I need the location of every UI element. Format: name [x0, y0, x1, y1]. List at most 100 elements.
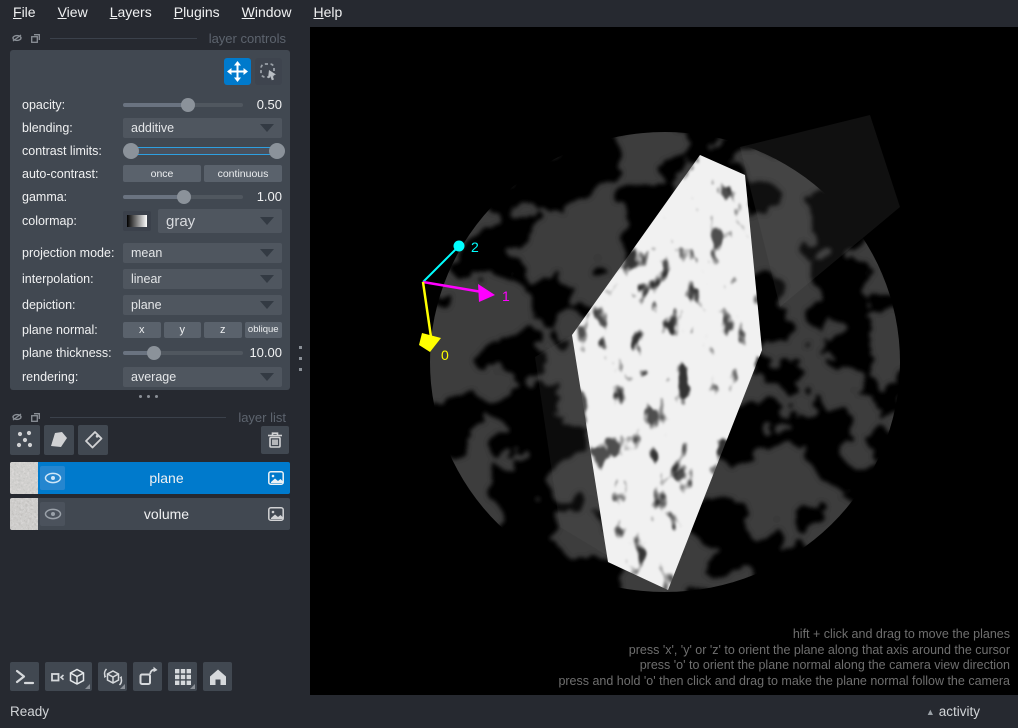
visibility-eye-button[interactable] [40, 466, 65, 490]
visibility-eye-button[interactable] [40, 502, 65, 526]
layer-name: volume [65, 506, 268, 522]
menu-window[interactable]: Window [231, 0, 303, 24]
layer-row-volume[interactable]: volume [10, 498, 290, 530]
image-layer-icon [268, 507, 284, 521]
viewer-canvas[interactable]: 2 1 0 hift + click and drag to move the … [310, 27, 1018, 695]
ndisplay-toggle-button[interactable] [45, 662, 92, 691]
plane-normal-x-button[interactable]: x [123, 322, 161, 338]
plane-normal-oblique-button[interactable]: oblique [245, 322, 283, 338]
float-dock-icon[interactable] [31, 34, 40, 43]
float-dock-icon[interactable] [31, 413, 40, 422]
auto-contrast-row: auto-contrast: once continuous [22, 162, 282, 185]
plane-normal-z-button[interactable]: z [204, 322, 242, 338]
plane-thickness-row: plane thickness: 10.00 [22, 341, 282, 364]
gray-gradient-icon [127, 215, 147, 227]
panel-splitter-handle[interactable] [299, 346, 302, 371]
pan-zoom-mode-button[interactable] [224, 58, 251, 85]
console-button[interactable] [10, 662, 39, 691]
chevron-up-icon: ▲ [926, 707, 935, 717]
colormap-dropdown[interactable]: gray [158, 209, 282, 233]
plane-help-overlay: hift + click and drag to move the planes… [558, 627, 1010, 689]
menu-view[interactable]: View [47, 0, 99, 24]
new-shapes-layer-button[interactable] [44, 425, 74, 455]
y-label: y [180, 324, 186, 336]
projection-mode-dropdown[interactable]: mean [123, 243, 282, 263]
auto-contrast-once-button[interactable]: once [123, 165, 201, 182]
image-layer-icon [268, 471, 284, 485]
hide-dock-icon[interactable] [12, 413, 22, 421]
blending-label: blending: [22, 121, 123, 135]
overlay-line: hift + click and drag to move the planes [558, 627, 1010, 643]
blending-dropdown[interactable]: additive [123, 118, 282, 138]
chevron-down-icon [260, 249, 274, 257]
once-label: once [151, 168, 174, 180]
plane-normal-row: plane normal: x y z oblique [22, 318, 282, 341]
layer-controls-panel: opacity: 0.50 blending: additive contras… [10, 50, 290, 390]
grid-mode-button[interactable] [168, 662, 197, 691]
gamma-slider-handle[interactable] [177, 190, 191, 204]
overlay-line: press and hold 'o' then click and drag t… [558, 674, 1010, 690]
trash-icon [265, 430, 285, 450]
console-icon [14, 666, 36, 688]
hide-dock-icon[interactable] [12, 34, 22, 42]
interpolation-value: linear [131, 272, 162, 286]
interpolation-dropdown[interactable]: linear [123, 269, 282, 289]
layer-controls-dock-header: layer controls [0, 28, 296, 48]
left-panel: layer controls [0, 24, 296, 695]
menu-layers[interactable]: Layers [99, 0, 163, 24]
pan-arrows-icon [227, 61, 248, 82]
projection-mode-value: mean [131, 246, 162, 260]
contrast-limits-slider[interactable] [123, 143, 285, 159]
contrast-low-handle[interactable] [123, 143, 139, 159]
contrast-high-handle[interactable] [269, 143, 285, 159]
new-points-layer-button[interactable] [10, 425, 40, 455]
depiction-value: plane [131, 298, 162, 312]
overlay-line: press 'x', 'y' or 'z' to orient the plan… [558, 643, 1010, 659]
menu-plugins[interactable]: Plugins [163, 0, 231, 24]
opacity-slider-handle[interactable] [181, 98, 195, 112]
layer-controls-title: layer controls [209, 31, 286, 46]
rendering-dropdown[interactable]: average [123, 367, 282, 387]
plane-thickness-label: plane thickness: [22, 346, 123, 360]
opacity-slider[interactable] [123, 98, 243, 112]
colormap-value: gray [166, 213, 195, 230]
home-reset-view-button[interactable] [203, 662, 232, 691]
eye-icon [44, 508, 62, 520]
depiction-dropdown[interactable]: plane [123, 295, 282, 315]
layer-row-plane[interactable]: plane [10, 462, 290, 494]
delete-layer-button[interactable] [261, 426, 289, 454]
activity-toggle[interactable]: ▲ activity [926, 704, 980, 719]
shapes-layer-icon [48, 429, 70, 451]
status-message: Ready [10, 704, 49, 719]
plane-thickness-handle[interactable] [147, 346, 161, 360]
menu-help[interactable]: Help [302, 0, 353, 24]
layer-name: plane [65, 470, 268, 486]
2d-3d-toggle-icon [49, 666, 89, 688]
plane-normal-y-button[interactable]: y [164, 322, 202, 338]
chevron-down-icon [260, 217, 274, 225]
contrast-limits-row: contrast limits: [22, 139, 282, 162]
continuous-label: continuous [218, 168, 269, 180]
blending-value: additive [131, 121, 174, 135]
labels-layer-icon [82, 429, 104, 451]
transpose-dimensions-button[interactable] [133, 662, 162, 691]
new-labels-layer-button[interactable] [78, 425, 108, 455]
viewer-toolbar [10, 662, 232, 691]
projection-mode-label: projection mode: [22, 246, 123, 260]
home-icon [207, 666, 229, 688]
gamma-row: gamma: 1.00 [22, 185, 282, 208]
roll-dimensions-button[interactable] [98, 662, 127, 691]
transform-mode-button[interactable] [255, 58, 282, 85]
plane-thickness-slider[interactable] [123, 346, 243, 360]
projection-mode-row: projection mode: mean [22, 240, 282, 266]
dock-resize-handle[interactable] [0, 395, 296, 398]
colormap-swatch[interactable] [123, 211, 151, 231]
plane-thickness-value: 10.00 [249, 345, 282, 360]
auto-contrast-continuous-button[interactable]: continuous [204, 165, 282, 182]
interpolation-row: interpolation: linear [22, 266, 282, 292]
menu-file[interactable]: File [2, 0, 47, 24]
axis-1-label: 1 [502, 288, 510, 304]
grid-icon [172, 666, 194, 688]
axis-2-label: 2 [471, 239, 479, 255]
gamma-slider[interactable] [123, 190, 243, 204]
